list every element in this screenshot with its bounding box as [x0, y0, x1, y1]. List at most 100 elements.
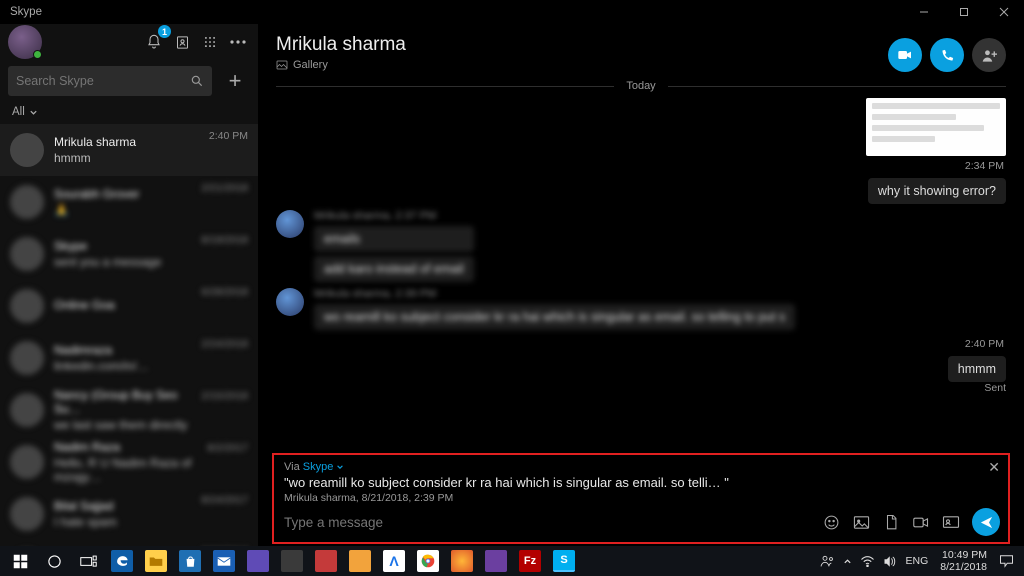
app-generic-4[interactable]: [344, 546, 376, 576]
tray-people[interactable]: [819, 546, 835, 576]
message-in[interactable]: add karo instead of email: [314, 256, 474, 282]
sender-avatar[interactable]: [276, 288, 304, 316]
image-message[interactable]: [866, 98, 1006, 156]
conv-name: Sourabh Grover: [54, 187, 191, 201]
tray-action-center[interactable]: [999, 546, 1014, 576]
conv-time: 2/24/2018: [201, 338, 248, 350]
quoted-meta: Mrikula sharma, 8/21/2018, 2:39 PM: [284, 492, 1000, 504]
via-label: Via Skype: [284, 461, 1000, 473]
app-explorer[interactable]: [140, 546, 172, 576]
search-input[interactable]: [16, 74, 190, 88]
app-generic-5[interactable]: [480, 546, 512, 576]
close-button[interactable]: [984, 0, 1024, 24]
conv-name: Nadim Raza: [54, 440, 197, 454]
my-avatar[interactable]: [8, 25, 42, 59]
tray-lang[interactable]: ENG: [906, 546, 929, 576]
cortana-button[interactable]: [38, 546, 70, 576]
app-store[interactable]: [174, 546, 206, 576]
conv-name: Skype: [54, 239, 191, 253]
titlebar: Skype: [0, 0, 1024, 24]
conversation-item[interactable]: manohar thakur6/15/2017: [0, 540, 258, 546]
dialpad-button[interactable]: [196, 28, 224, 56]
conv-avatar: [10, 289, 44, 323]
minimize-button[interactable]: [904, 0, 944, 24]
gallery-icon: [276, 60, 288, 70]
quoted-text: "wo reamill ko subject consider kr ra ha…: [284, 475, 1000, 490]
contacts-button[interactable]: [168, 28, 196, 56]
conversation-item[interactable]: Skype sent you a message 8/19/2018: [0, 228, 258, 280]
conversation-item[interactable]: Bilal SajjadI hate spam8/24/2017: [0, 488, 258, 540]
conv-preview: Hello, R U Nadim Raza of mzogy…: [54, 456, 197, 484]
presence-dot: [33, 50, 42, 59]
conversation-item[interactable]: Nancy (Group Buy Seo Su… we last saw them…: [0, 384, 258, 436]
tray-expand[interactable]: [843, 546, 852, 576]
task-view-button[interactable]: [72, 546, 104, 576]
conv-preview: sent you a message: [54, 255, 191, 269]
app-firefox[interactable]: [446, 546, 478, 576]
app-edge[interactable]: [106, 546, 138, 576]
search-icon: [190, 74, 204, 88]
conv-time: 2:40 PM: [209, 130, 248, 142]
conv-preview: we last saw them directly: [54, 418, 191, 432]
send-button[interactable]: [972, 508, 1000, 536]
app-generic-3[interactable]: [310, 546, 342, 576]
conv-name: Online Goa: [54, 298, 191, 312]
message-out[interactable]: hmmm: [948, 356, 1006, 382]
chevron-down-icon: [336, 463, 344, 471]
msg-meta: Mrikula sharma, 2:39 PM: [314, 288, 795, 300]
conv-time: 8/19/2018: [201, 234, 248, 246]
conv-time: 2/15/2018: [201, 390, 248, 402]
sidebar: 1 + All: [0, 24, 258, 546]
msg-time: 2:34 PM: [276, 160, 1004, 172]
message-input[interactable]: [284, 511, 812, 534]
add-participant-button[interactable]: [972, 38, 1006, 72]
message-out[interactable]: why it showing error?: [868, 178, 1006, 204]
conv-preview: linkedin.com/in/…: [54, 359, 191, 373]
app-filezilla[interactable]: Fz: [514, 546, 546, 576]
new-chat-button[interactable]: +: [220, 66, 250, 96]
conversation-item[interactable]: Mrikula sharmahmmm2:40 PM: [0, 124, 258, 176]
via-link[interactable]: Skype: [303, 461, 334, 473]
notifications-button[interactable]: 1: [140, 28, 168, 56]
conversation-item[interactable]: Nadimrazalinkedin.com/in/…2/24/2018: [0, 332, 258, 384]
chat-title: Mrikula sharma: [276, 34, 888, 56]
message-in[interactable]: wo reamill ko subject consider kr ra hai…: [314, 304, 795, 330]
attach-file-button[interactable]: [882, 513, 900, 531]
app-skype[interactable]: S: [548, 546, 580, 576]
tray-volume[interactable]: [883, 546, 898, 576]
start-button[interactable]: [4, 546, 36, 576]
dismiss-quote-button[interactable]: ✕: [988, 459, 1000, 476]
emoji-button[interactable]: [822, 513, 840, 531]
conv-time: 8/24/2017: [201, 494, 248, 506]
tray-clock[interactable]: 10:49 PM 8/21/2018: [936, 549, 991, 573]
app-generic-2[interactable]: [276, 546, 308, 576]
sender-avatar[interactable]: [276, 210, 304, 238]
maximize-button[interactable]: [944, 0, 984, 24]
app-generic-1[interactable]: [242, 546, 274, 576]
app-adwords[interactable]: Λ: [378, 546, 410, 576]
attach-image-button[interactable]: [852, 513, 870, 531]
conv-avatar: [10, 185, 44, 219]
video-message-button[interactable]: [912, 513, 930, 531]
tray-network[interactable]: [860, 546, 875, 576]
compose-area: Via Skype "wo reamill ko subject conside…: [272, 453, 1010, 544]
message-list: Today 2:34 PM why it showing error? Mrik…: [258, 76, 1024, 453]
sent-label: Sent: [276, 382, 1006, 394]
app-chrome[interactable]: [412, 546, 444, 576]
gallery-link[interactable]: Gallery: [276, 59, 888, 71]
conv-avatar: [10, 497, 44, 531]
app-mail[interactable]: [208, 546, 240, 576]
conv-time: 8/2/2017: [207, 442, 248, 454]
contact-card-button[interactable]: [942, 513, 960, 531]
conv-name: Nancy (Group Buy Seo Su…: [54, 388, 191, 416]
video-call-button[interactable]: [888, 38, 922, 72]
audio-call-button[interactable]: [930, 38, 964, 72]
conversation-item[interactable]: Online Goa 6/28/2018: [0, 280, 258, 332]
more-button[interactable]: [224, 28, 252, 56]
search-field[interactable]: [8, 66, 212, 96]
conversation-item[interactable]: Nadim Raza Hello, R U Nadim Raza of mzogy…: [0, 436, 258, 488]
message-in[interactable]: emails: [314, 226, 474, 252]
filter-label[interactable]: All: [12, 106, 25, 118]
conversation-item[interactable]: Sourabh Grover🙏2/21/2018: [0, 176, 258, 228]
conv-time: 6/28/2018: [201, 286, 248, 298]
